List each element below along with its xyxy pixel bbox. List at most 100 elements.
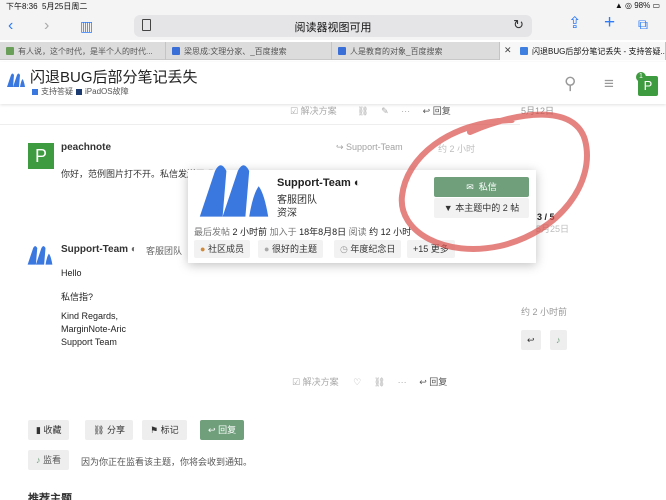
- more-icon[interactable]: ···: [398, 377, 407, 387]
- tab-2[interactable]: 梁思成:文理分家、_百度搜索: [166, 42, 332, 60]
- filter-icon: ▼: [443, 203, 453, 213]
- status-time-date: 下午8:36 5月25日周二: [6, 2, 88, 11]
- like-heart-icon[interactable]: ♡: [353, 377, 361, 387]
- timeline-date: 5月25日: [536, 224, 570, 234]
- reply-button-top[interactable]: ↩ 回复: [423, 106, 451, 116]
- category-color: [32, 88, 38, 95]
- category-label: iPadOS故障: [85, 87, 129, 96]
- new-tab-icon[interactable]: +: [604, 13, 615, 32]
- more-badges[interactable]: +15 更多: [407, 240, 455, 258]
- post-time-support[interactable]: 约 2 小时前: [521, 305, 567, 318]
- tab-favicon: [6, 47, 14, 55]
- post-time-peachnote[interactable]: 约 2 小时: [438, 142, 475, 155]
- user-card-stats: 最后发帖 2 小时前 加入于 18年8月8日 阅读 约 12 小时: [194, 225, 411, 238]
- edit-icon[interactable]: ✎: [381, 106, 389, 116]
- link-icon[interactable]: ⛓: [357, 106, 368, 116]
- site-logo-icon[interactable]: [6, 72, 26, 88]
- watch-label: 监看: [43, 455, 62, 465]
- link-icon[interactable]: ⛓: [374, 377, 385, 387]
- user-card-avatar[interactable]: [196, 158, 272, 222]
- tab-label: 梁思成:文理分家、_百度搜索: [184, 47, 287, 56]
- bookmark-button[interactable]: ▮ 收藏: [28, 420, 70, 440]
- tab-4-active[interactable]: ✕ 闪退BUG后部分笔记丢失 - 支持答疑...: [500, 42, 666, 60]
- post-line-1: Hello: [61, 268, 82, 278]
- shield-icon: ◐: [353, 177, 361, 189]
- status-battery: ▲ ◎ 98% ▭: [614, 1, 660, 10]
- badge-anniversary[interactable]: ◷ 年度纪念日: [334, 240, 402, 258]
- checkbox-icon: ☑: [290, 106, 299, 116]
- post-actions-top: ☑ 解决方案 ⛓ ✎ ··· ↩ 回复: [290, 104, 451, 117]
- username-text: Support-Team: [61, 244, 129, 255]
- back-icon[interactable]: ‹: [8, 18, 13, 34]
- share-label: 分享: [106, 425, 125, 435]
- bell-icon: ♪: [36, 455, 41, 465]
- watch-reason-text: 因为你正在监看该主题，你将会收到通知。: [81, 457, 253, 467]
- post-line-3: Kind Regards,: [61, 311, 119, 321]
- topic-title[interactable]: 闪退BUG后部分笔记丢失: [30, 66, 198, 87]
- address-bar[interactable]: 阅读器视图可用 ↻: [134, 15, 532, 37]
- checkbox-icon: ☑: [292, 377, 301, 387]
- badge-label: 很好的主题: [271, 244, 317, 254]
- user-card-title: 资深: [277, 208, 297, 219]
- badge-label: 年度纪念日: [350, 244, 396, 254]
- post-line-4: MarginNote-Aric: [61, 324, 127, 334]
- bell-icon: ♪: [556, 335, 561, 345]
- more-icon[interactable]: ···: [401, 106, 410, 116]
- reply-topic-button[interactable]: ↩ 回复: [200, 420, 245, 440]
- stat-value: 约 12 小时: [369, 227, 412, 237]
- notification-count[interactable]: 1: [636, 72, 646, 82]
- user-avatar-support-team[interactable]: [26, 244, 54, 266]
- close-tab-icon[interactable]: ✕: [504, 45, 512, 56]
- bookmark-icon: ▮: [36, 425, 41, 435]
- username-support-team[interactable]: Support-Team ◐: [61, 244, 137, 255]
- notification-level-button[interactable]: ♪ 监看: [28, 450, 70, 470]
- tab-label: 人是教育的对象_百度搜索: [350, 47, 443, 56]
- solution-button[interactable]: 解决方案: [303, 377, 339, 387]
- share-button[interactable]: ⛓ 分享: [85, 420, 133, 440]
- tabs-overview-icon[interactable]: ⧉: [638, 16, 648, 32]
- message-label: 私信: [478, 182, 497, 192]
- post-actions-support: ☑ 解决方案 ♡ ⛓ ··· ↩ 回复: [292, 375, 447, 388]
- tab-label: 闪退BUG后部分笔记丢失 - 支持答疑...: [532, 47, 666, 56]
- tab-label: 有人说，这个时代，是半个人的时代...: [18, 47, 153, 56]
- badge-label: 社区成员: [207, 244, 244, 254]
- watch-bell-button[interactable]: ♪: [550, 330, 567, 350]
- user-group-label[interactable]: 客服团队: [146, 244, 182, 257]
- reload-icon[interactable]: ↻: [513, 17, 524, 33]
- badge-dot-icon: ●: [264, 244, 270, 254]
- tab-3[interactable]: 人是教育的对象_百度搜索: [332, 42, 500, 60]
- category-badge[interactable]: 支持答疑: [32, 86, 73, 97]
- subcategory-badge[interactable]: iPadOS故障: [76, 86, 129, 97]
- user-card-filter-button[interactable]: ▼ 本主题中的 2 帖: [434, 198, 529, 218]
- badge-community-member[interactable]: ● 社区成员: [194, 240, 250, 258]
- bookmark-label: 收藏: [43, 425, 62, 435]
- search-icon[interactable]: ⚲: [564, 74, 576, 94]
- user-card-message-button[interactable]: ✉ 私信: [434, 177, 529, 197]
- category-color: [76, 88, 82, 95]
- shield-icon: ◐: [130, 244, 137, 255]
- reply-button[interactable]: ↩ 回复: [419, 377, 447, 387]
- menu-icon[interactable]: ≡: [604, 74, 614, 94]
- reply-count-button[interactable]: ↩: [521, 330, 541, 350]
- user-card-name[interactable]: Support-Team ◐: [277, 177, 360, 189]
- user-card-name-text: Support-Team: [277, 177, 351, 189]
- reply-label: 回复: [429, 377, 448, 387]
- tab-1[interactable]: 有人说，这个时代，是半个人的时代...: [0, 42, 166, 60]
- post-line-2: 私信指?: [61, 292, 94, 302]
- suggested-topics-heading: 推荐主题: [28, 493, 72, 500]
- badge-good-topic[interactable]: ● 很好的主题: [258, 240, 323, 258]
- reply-arrow-icon: ↩: [208, 425, 216, 435]
- share-icon[interactable]: ⇪: [568, 16, 581, 32]
- forward-icon[interactable]: ›: [44, 18, 49, 34]
- user-avatar-peachnote[interactable]: P: [28, 143, 54, 169]
- username-peachnote[interactable]: peachnote: [61, 142, 111, 153]
- stat-value: 2 小时前: [232, 227, 268, 237]
- solution-button[interactable]: 解决方案: [301, 106, 337, 116]
- timeline-position[interactable]: 3 / 5: [537, 212, 555, 222]
- post-line-5: Support Team: [61, 337, 117, 347]
- reply-to-indicator[interactable]: ↪ Support-Team: [336, 142, 403, 153]
- tab-favicon: [172, 47, 180, 55]
- flag-button[interactable]: ⚑ 标记: [142, 420, 187, 440]
- reply-label: 回复: [218, 425, 237, 435]
- bookmarks-book-icon[interactable]: ▥: [80, 18, 93, 34]
